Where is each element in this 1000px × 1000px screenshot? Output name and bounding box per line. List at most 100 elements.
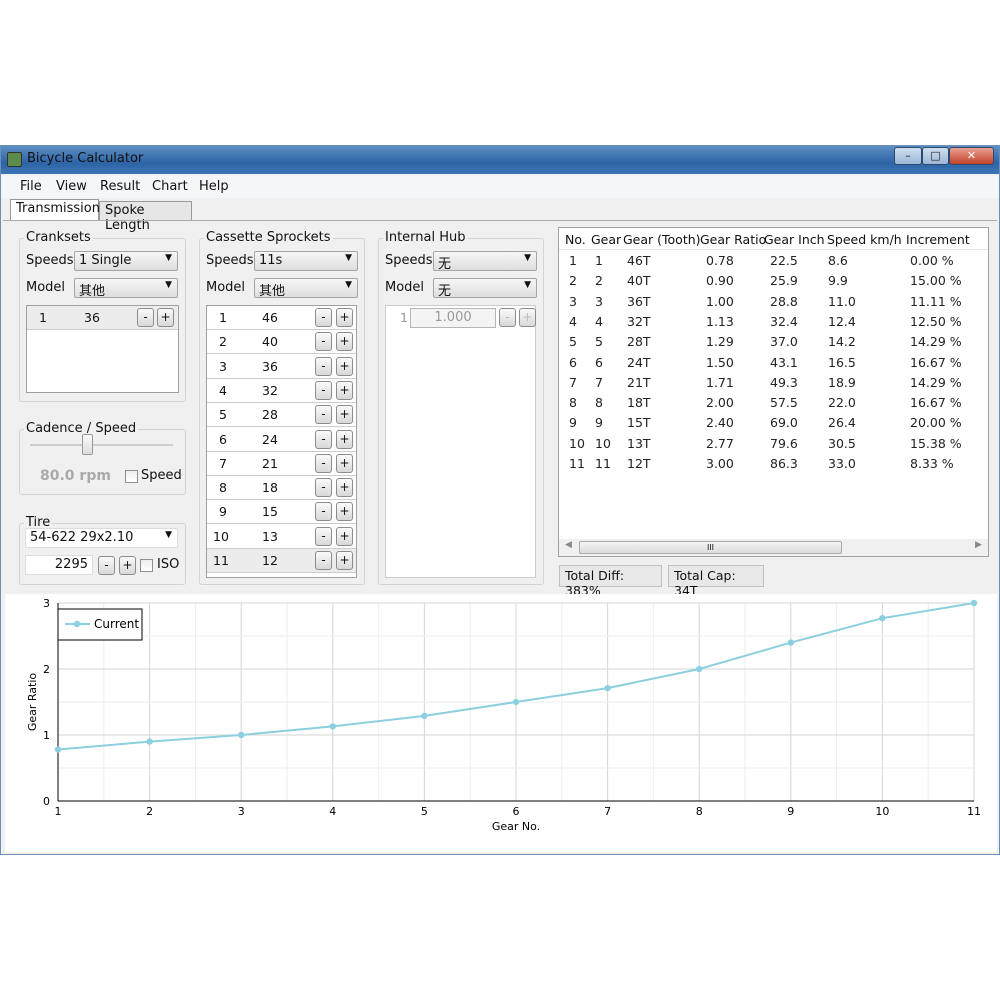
cadence-slider-track[interactable] [30, 444, 173, 446]
sprocket-decrement-button[interactable]: - [315, 478, 332, 498]
tire-size-select[interactable]: 54-622 29x2.10 ▼ [25, 528, 178, 548]
table-row[interactable]: 8 8 18T 2.00 57.5 22.0 16.67 % [559, 394, 988, 414]
sprocket-row[interactable]: 4 32 - + [207, 378, 356, 403]
sprocket-increment-button[interactable]: + [336, 502, 353, 522]
x-tick-label: 8 [696, 805, 703, 818]
sprocket-decrement-button[interactable]: - [315, 502, 332, 522]
cassette-title: Cassette Sprockets [204, 230, 333, 245]
table-cell: 16.67 % [910, 395, 962, 411]
table-row[interactable]: 10 10 13T 2.77 79.6 30.5 15.38 % [559, 435, 988, 455]
sprocket-decrement-button[interactable]: - [315, 380, 332, 400]
menu-result[interactable]: Result [100, 179, 140, 194]
tire-circumference-input[interactable]: 2295 [25, 555, 93, 575]
tab-transmission[interactable]: Transmission [10, 199, 100, 221]
table-row[interactable]: 6 6 24T 1.50 43.1 16.5 16.67 % [559, 354, 988, 374]
column-header[interactable]: Increment [906, 232, 970, 247]
tire-increment-button[interactable]: + [119, 556, 136, 575]
sprocket-increment-button[interactable]: + [336, 526, 353, 546]
sprocket-row[interactable]: 7 21 - + [207, 451, 356, 476]
column-header[interactable]: Gear [591, 232, 621, 247]
column-header[interactable]: Gear Inch [764, 232, 825, 247]
x-tick-label: 11 [967, 805, 981, 818]
table-row[interactable]: 3 3 36T 1.00 28.8 11.0 11.11 % [559, 293, 988, 313]
column-header[interactable]: Gear Ratio [700, 232, 766, 247]
sprocket-increment-button[interactable]: + [336, 308, 353, 327]
hub-speeds-select[interactable]: 无 ▼ [433, 251, 537, 272]
column-header[interactable]: No. [565, 232, 586, 247]
sprocket-row[interactable]: 8 18 - + [207, 476, 356, 501]
title-bar[interactable]: Bicycle Calculator – □ ✕ [1, 146, 999, 174]
minimize-button[interactable]: – [894, 147, 922, 165]
sprocket-increment-button[interactable]: + [336, 332, 353, 352]
sprocket-row[interactable]: 2 40 - + [207, 330, 356, 355]
table-row[interactable]: 5 5 28T 1.29 37.0 14.2 14.29 % [559, 333, 988, 353]
x-tick-label: 7 [604, 805, 611, 818]
hub-ratio-input[interactable]: 1.000 [410, 308, 496, 328]
sprocket-decrement-button[interactable]: - [315, 308, 332, 327]
sprocket-increment-button[interactable]: + [336, 551, 353, 570]
tab-spoke-length[interactable]: Spoke Length [99, 201, 192, 233]
sprocket-increment-button[interactable]: + [336, 356, 353, 376]
menu-chart[interactable]: Chart [152, 179, 188, 194]
sprocket-decrement-button[interactable]: - [315, 356, 332, 376]
iso-checkbox[interactable] [140, 559, 153, 572]
column-header[interactable]: Gear (Tooth) [623, 232, 701, 247]
sprocket-row[interactable]: 3 36 - + [207, 354, 356, 379]
sprocket-decrement-button[interactable]: - [315, 526, 332, 546]
sprocket-increment-button[interactable]: + [336, 380, 353, 400]
chainring-row[interactable]: 1 36 - + [27, 306, 178, 330]
cranksets-speeds-select[interactable]: 1 Single ▼ [74, 251, 178, 271]
menu-file[interactable]: File [20, 179, 42, 194]
cassette-speeds-select[interactable]: 11s ▼ [254, 251, 358, 271]
close-button[interactable]: ✕ [949, 147, 994, 165]
sprocket-row[interactable]: 1 46 - + [207, 306, 356, 330]
sprocket-increment-button[interactable]: + [336, 453, 353, 473]
table-cell: 1 [569, 253, 577, 268]
sprocket-increment-button[interactable]: + [336, 429, 353, 449]
scroll-thumb[interactable]: III [579, 541, 842, 554]
sprocket-increment-button[interactable]: + [336, 405, 353, 425]
table-cell: 28T [627, 334, 651, 350]
table-row[interactable]: 11 11 12T 3.00 86.3 33.0 8.33 % [559, 455, 988, 475]
cadence-slider-thumb[interactable] [82, 434, 94, 455]
column-header[interactable]: Speed km/h [827, 232, 902, 247]
cranksets-model-select[interactable]: 其他 ▼ [74, 278, 178, 299]
hub-decrement-button[interactable]: - [499, 308, 516, 327]
sprocket-decrement-button[interactable]: - [315, 332, 332, 352]
table-cell: 11 [595, 456, 611, 471]
table-row[interactable]: 9 9 15T 2.40 69.0 26.4 20.00 % [559, 414, 988, 434]
table-row[interactable]: 7 7 21T 1.71 49.3 18.9 14.29 % [559, 374, 988, 394]
scroll-right-icon[interactable]: ▶ [975, 540, 982, 550]
sprocket-row[interactable]: 11 12 - + [207, 549, 356, 573]
sprocket-decrement-button[interactable]: - [315, 453, 332, 473]
hub-model-select[interactable]: 无 ▼ [433, 278, 537, 299]
chainring-decrement-button[interactable]: - [137, 308, 154, 327]
sprocket-row[interactable]: 9 15 - + [207, 500, 356, 525]
table-cell: 13T [627, 435, 651, 451]
sprocket-decrement-button[interactable]: - [315, 405, 332, 425]
scroll-left-icon[interactable]: ◀ [565, 540, 572, 550]
tire-decrement-button[interactable]: - [98, 556, 115, 575]
menu-view[interactable]: View [56, 179, 87, 194]
table-row[interactable]: 1 1 46T 0.78 22.5 8.6 0.00 % [559, 252, 988, 272]
maximize-button[interactable]: □ [922, 147, 949, 165]
table-cell: 1.13 [706, 313, 734, 329]
gear-ratio-chart: 1 2 3 4 5 6 7 8 9 10 11 0 1 2 3 Gear No. Gear Ratio Curre… [5, 594, 997, 852]
sprocket-row[interactable]: 5 28 - + [207, 403, 356, 428]
sprocket-row[interactable]: 6 24 - + [207, 427, 356, 452]
total-cap-label: Total Cap: 34T [668, 565, 764, 598]
sprocket-increment-button[interactable]: + [336, 478, 353, 498]
speed-checkbox[interactable] [125, 470, 138, 483]
menu-help[interactable]: Help [199, 179, 229, 194]
chainring-increment-button[interactable]: + [157, 308, 174, 327]
table-row[interactable]: 4 4 32T 1.13 32.4 12.4 12.50 % [559, 313, 988, 333]
horizontal-scrollbar[interactable]: ◀ III ▶ [559, 539, 988, 556]
cassette-model-select[interactable]: 其他 ▼ [254, 278, 358, 299]
hub-increment-button[interactable]: + [519, 308, 536, 327]
sprocket-decrement-button[interactable]: - [315, 551, 332, 570]
table-row[interactable]: 2 2 40T 0.90 25.9 9.9 15.00 % [559, 272, 988, 292]
sprocket-row[interactable]: 10 13 - + [207, 524, 356, 549]
data-point [146, 738, 153, 745]
sprocket-decrement-button[interactable]: - [315, 429, 332, 449]
x-tick-label: 1 [55, 805, 62, 818]
